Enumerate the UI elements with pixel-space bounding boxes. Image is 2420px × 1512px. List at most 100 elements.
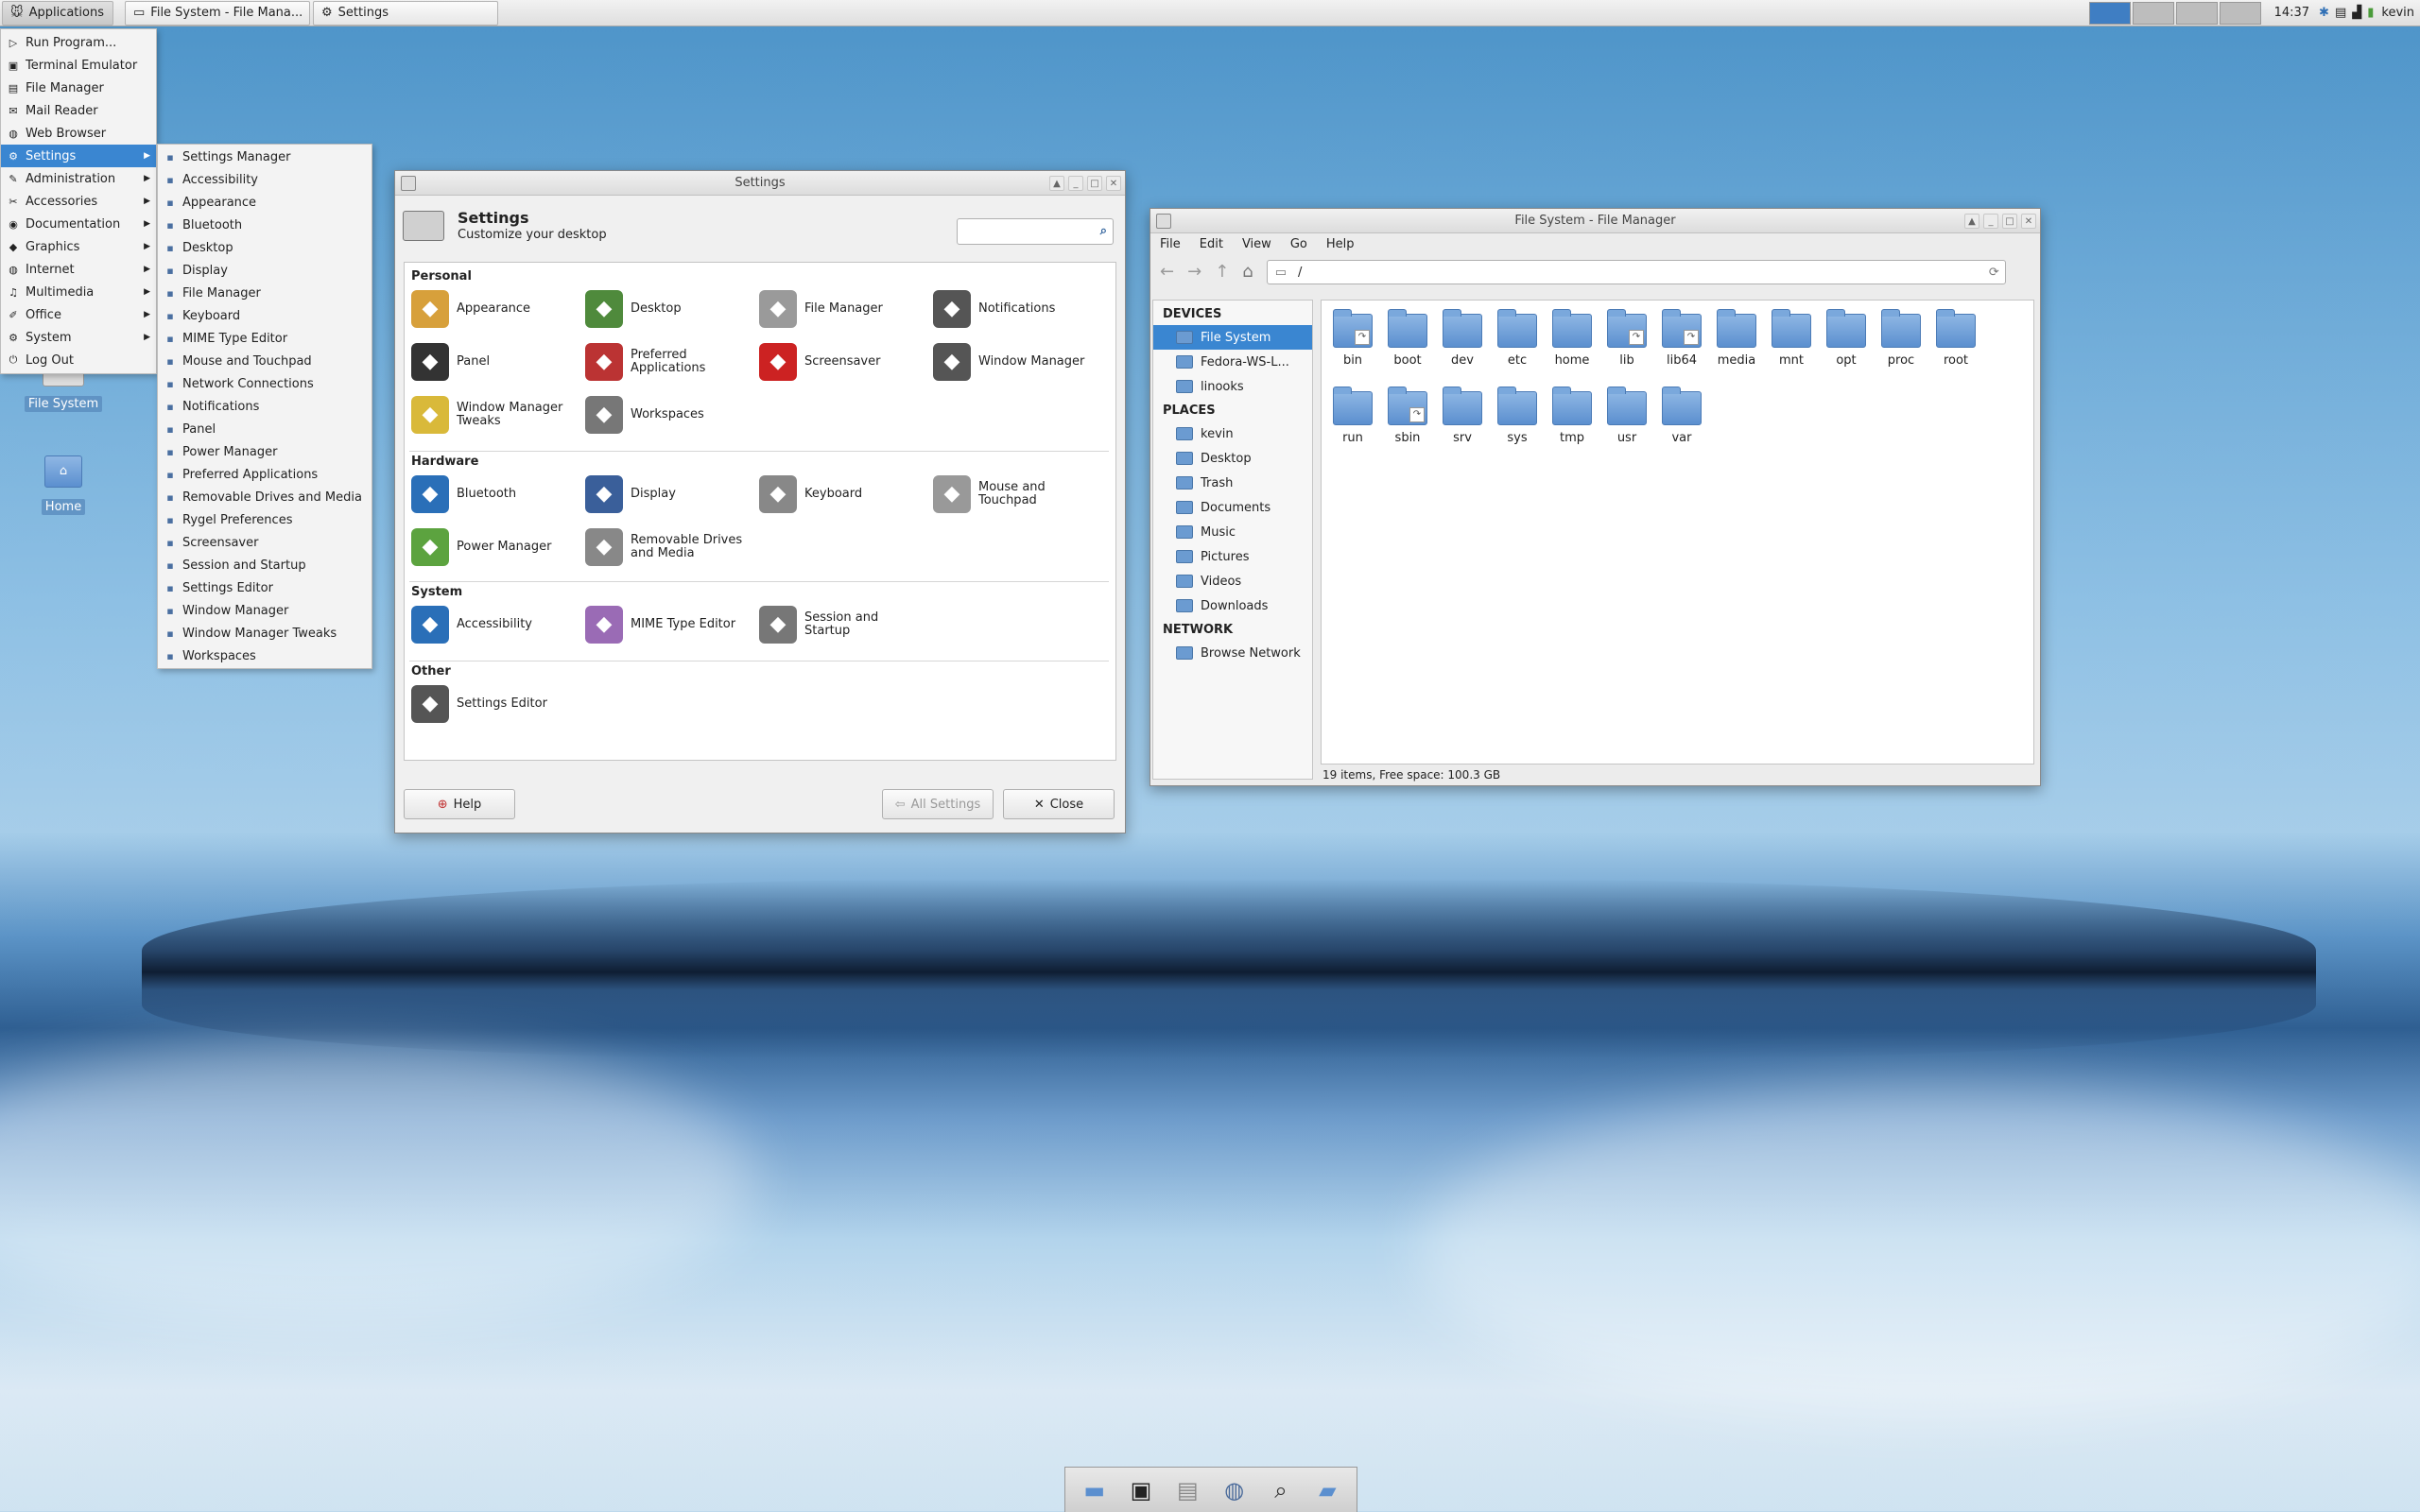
search-input[interactable]: ⌕ (957, 218, 1114, 245)
submenu-item-keyboard[interactable]: ▪ Keyboard (158, 304, 372, 327)
submenu-item-notifications[interactable]: ▪ Notifications (158, 395, 372, 418)
submenu-item-panel[interactable]: ▪ Panel (158, 418, 372, 440)
folder-run[interactable]: run (1325, 387, 1380, 445)
folder-lib64[interactable]: ↷ lib64 (1654, 309, 1709, 368)
sidebar-item-browse-network[interactable]: Browse Network (1153, 641, 1312, 665)
submenu-item-preferred-applications[interactable]: ▪ Preferred Applications (158, 463, 372, 486)
menu-item-documentation[interactable]: ◉ Documentation ▶ (1, 213, 156, 235)
sidebar-item-kevin[interactable]: kevin (1153, 421, 1312, 446)
file-manager-icon[interactable]: ▤ (1170, 1475, 1204, 1505)
folder-mnt[interactable]: mnt (1764, 309, 1819, 368)
sidebar-item-fedora-ws-l[interactable]: Fedora-WS-L... (1153, 350, 1312, 374)
settings-item-session-and-startup[interactable]: ◆ Session and Startup (759, 606, 929, 644)
menu-item-web-browser[interactable]: ◍ Web Browser (1, 122, 156, 145)
folder-proc[interactable]: proc (1874, 309, 1928, 368)
file-manager-titlebar[interactable]: File System - File Manager ▲ _ □ ✕ (1150, 209, 2040, 233)
settings-item-preferred-applications[interactable]: ◆ Preferred Applications (585, 343, 755, 381)
submenu-item-window-manager-tweaks[interactable]: ▪ Window Manager Tweaks (158, 622, 372, 644)
submenu-item-appearance[interactable]: ▪ Appearance (158, 191, 372, 214)
minimize-icon[interactable]: _ (1983, 214, 1998, 229)
close-icon[interactable]: ✕ (1106, 176, 1121, 191)
settings-item-mime-type-editor[interactable]: ◆ MIME Type Editor (585, 606, 755, 644)
taskbar-item-file-manager[interactable]: ▭ File System - File Mana... (125, 0, 310, 26)
settings-item-window-manager[interactable]: ◆ Window Manager (933, 343, 1103, 381)
settings-item-panel[interactable]: ◆ Panel (411, 343, 581, 381)
submenu-item-settings-manager[interactable]: ▪ Settings Manager (158, 146, 372, 168)
submenu-item-window-manager[interactable]: ▪ Window Manager (158, 599, 372, 622)
workspace-4[interactable] (2219, 1, 2261, 25)
submenu-item-desktop[interactable]: ▪ Desktop (158, 236, 372, 259)
location-bar[interactable]: ▭ / ⟳ (1266, 260, 2006, 284)
submenu-item-bluetooth[interactable]: ▪ Bluetooth (158, 214, 372, 236)
settings-item-screensaver[interactable]: ◆ Screensaver (759, 343, 929, 381)
menu-edit[interactable]: Edit (1200, 237, 1223, 251)
submenu-item-removable-drives-and-media[interactable]: ▪ Removable Drives and Media (158, 486, 372, 508)
settings-item-desktop[interactable]: ◆ Desktop (585, 290, 755, 328)
settings-item-removable-drives-and-media[interactable]: ◆ Removable Drives and Media (585, 528, 755, 566)
bluetooth-icon[interactable]: ✱ (2319, 7, 2329, 19)
menu-help[interactable]: Help (1326, 237, 1355, 251)
menu-item-terminal-emulator[interactable]: ▣ Terminal Emulator (1, 54, 156, 77)
settings-item-power-manager[interactable]: ◆ Power Manager (411, 528, 581, 566)
close-button[interactable]: ✕ Close (1003, 789, 1115, 819)
reload-icon[interactable]: ⟳ (1989, 266, 1999, 279)
submenu-item-screensaver[interactable]: ▪ Screensaver (158, 531, 372, 554)
folder-media[interactable]: media (1709, 309, 1764, 368)
sidebar-item-file-system[interactable]: File System (1153, 325, 1312, 350)
settings-item-bluetooth[interactable]: ◆ Bluetooth (411, 475, 581, 513)
home-icon[interactable]: ⌂ (1242, 264, 1253, 281)
settings-item-appearance[interactable]: ◆ Appearance (411, 290, 581, 328)
submenu-item-network-connections[interactable]: ▪ Network Connections (158, 372, 372, 395)
network-icon[interactable]: ▤ (2335, 7, 2346, 19)
settings-item-mouse-and-touchpad[interactable]: ◆ Mouse and Touchpad (933, 475, 1103, 513)
menu-item-internet[interactable]: ◍ Internet ▶ (1, 258, 156, 281)
sidebar-item-linooks[interactable]: linooks (1153, 374, 1312, 399)
sidebar-item-videos[interactable]: Videos (1153, 569, 1312, 593)
folder-lib[interactable]: ↷ lib (1599, 309, 1654, 368)
submenu-item-settings-editor[interactable]: ▪ Settings Editor (158, 576, 372, 599)
signal-icon[interactable]: ▟ (2352, 7, 2361, 19)
settings-item-window-manager-tweaks[interactable]: ◆ Window Manager Tweaks (411, 396, 581, 434)
shade-icon[interactable]: ▲ (1049, 176, 1064, 191)
app-finder-icon[interactable]: ⌕ (1264, 1475, 1298, 1505)
settings-titlebar[interactable]: Settings ▲ _ □ ✕ (395, 171, 1125, 196)
user-name[interactable]: kevin (2381, 6, 2414, 20)
submenu-item-session-and-startup[interactable]: ▪ Session and Startup (158, 554, 372, 576)
menu-item-mail-reader[interactable]: ✉ Mail Reader (1, 99, 156, 122)
folder-srv[interactable]: srv (1435, 387, 1490, 445)
settings-item-settings-editor[interactable]: ◆ Settings Editor (411, 685, 581, 723)
menu-item-administration[interactable]: ✎ Administration ▶ (1, 167, 156, 190)
submenu-item-file-manager[interactable]: ▪ File Manager (158, 282, 372, 304)
web-browser-icon[interactable]: ◍ (1218, 1475, 1252, 1505)
sidebar-item-downloads[interactable]: Downloads (1153, 593, 1312, 618)
menu-file[interactable]: File (1160, 237, 1181, 251)
workspace-1[interactable] (2088, 1, 2131, 25)
menu-item-file-manager[interactable]: ▤ File Manager (1, 77, 156, 99)
sidebar-item-pictures[interactable]: Pictures (1153, 544, 1312, 569)
settings-item-keyboard[interactable]: ◆ Keyboard (759, 475, 929, 513)
settings-item-display[interactable]: ◆ Display (585, 475, 755, 513)
all-settings-button[interactable]: ⇦ All Settings (882, 789, 994, 819)
battery-icon[interactable]: ▮ (2367, 7, 2374, 19)
menu-item-run-program[interactable]: ▷ Run Program... (1, 31, 156, 54)
settings-item-file-manager[interactable]: ◆ File Manager (759, 290, 929, 328)
folder-etc[interactable]: etc (1490, 309, 1545, 368)
menu-item-multimedia[interactable]: ♫ Multimedia ▶ (1, 281, 156, 303)
taskbar-item-settings[interactable]: ⚙ Settings (313, 0, 498, 26)
menu-view[interactable]: View (1242, 237, 1271, 251)
sidebar-item-documents[interactable]: Documents (1153, 495, 1312, 520)
settings-item-workspaces[interactable]: ◆ Workspaces (585, 396, 755, 434)
folder-boot[interactable]: boot (1380, 309, 1435, 368)
sidebar-item-music[interactable]: Music (1153, 520, 1312, 544)
submenu-item-rygel-preferences[interactable]: ▪ Rygel Preferences (158, 508, 372, 531)
folder-bin[interactable]: ↷ bin (1325, 309, 1380, 368)
submenu-item-power-manager[interactable]: ▪ Power Manager (158, 440, 372, 463)
sidebar-item-trash[interactable]: Trash (1153, 471, 1312, 495)
settings-item-accessibility[interactable]: ◆ Accessibility (411, 606, 581, 644)
close-icon[interactable]: ✕ (2021, 214, 2036, 229)
workspace-2[interactable] (2132, 1, 2174, 25)
submenu-item-accessibility[interactable]: ▪ Accessibility (158, 168, 372, 191)
menu-item-accessories[interactable]: ✂ Accessories ▶ (1, 190, 156, 213)
submenu-item-mouse-and-touchpad[interactable]: ▪ Mouse and Touchpad (158, 350, 372, 372)
back-icon[interactable]: ← (1160, 264, 1174, 281)
